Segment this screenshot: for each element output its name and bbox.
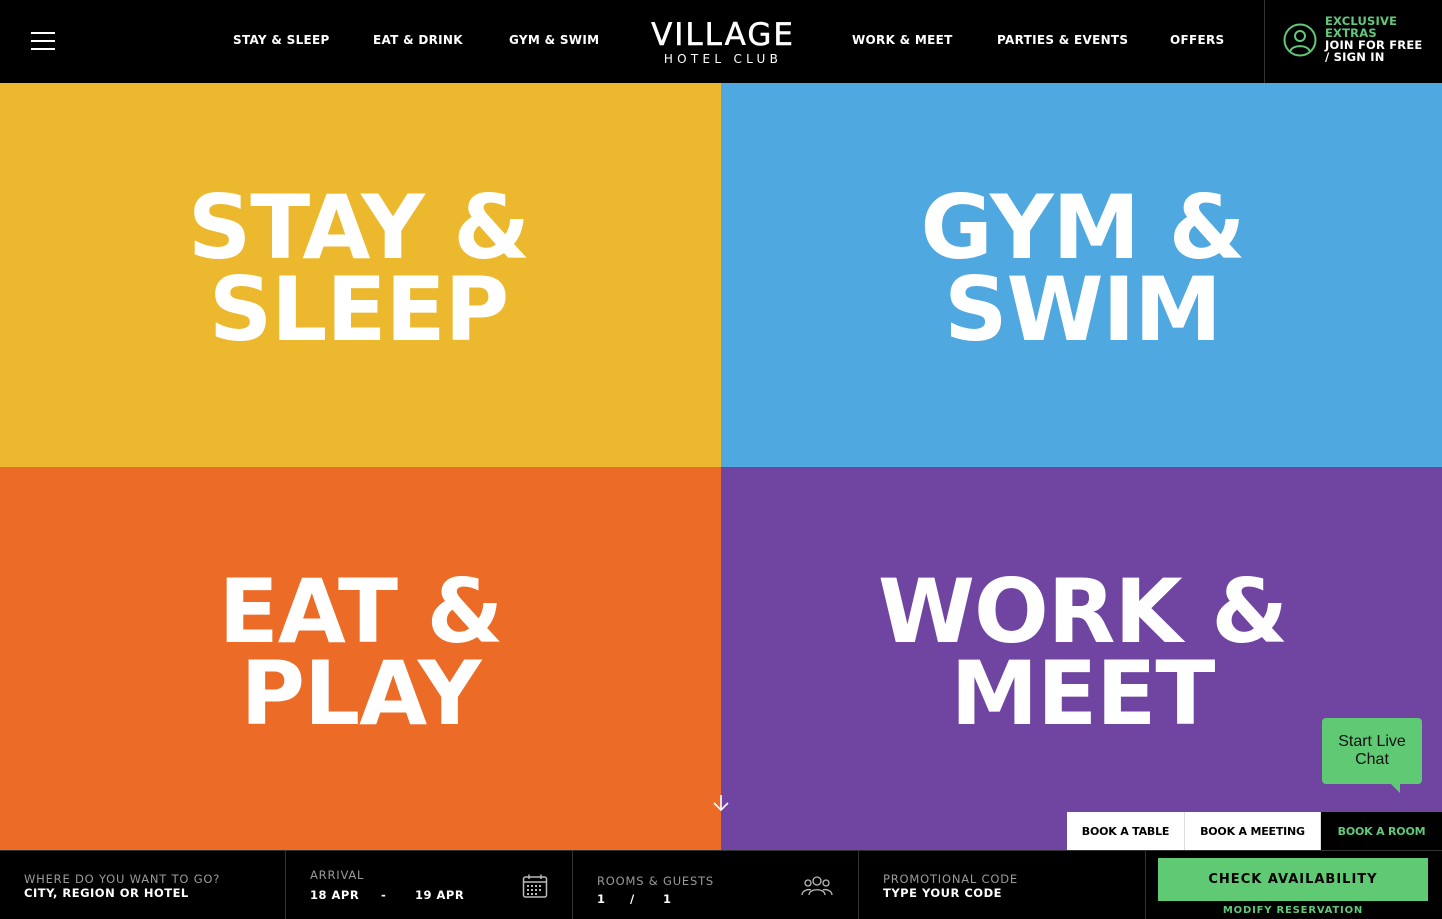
destination-label: WHERE DO YOU WANT TO GO?: [24, 872, 221, 886]
account-text: EXCLUSIVE EXTRAS JOIN FOR FREE / SIGN IN: [1325, 15, 1422, 63]
arrow-down-icon[interactable]: [712, 794, 730, 812]
rooms-guests-label: ROOMS & GUESTS: [597, 874, 715, 888]
arrival-date[interactable]: 18 APR: [310, 888, 359, 902]
promo-code-label: PROMOTIONAL CODE: [883, 872, 1018, 886]
nav-work-meet[interactable]: WORK & MEET: [852, 33, 953, 47]
nav-eat-drink[interactable]: EAT & DRINK: [373, 33, 463, 47]
chat-line2: Chat: [1355, 751, 1389, 768]
signin-label: / SIGN IN: [1325, 50, 1385, 64]
promo-code-field[interactable]: PROMOTIONAL CODE TYPE YOUR CODE: [859, 851, 1146, 919]
account-signin[interactable]: EXCLUSIVE EXTRAS JOIN FOR FREE / SIGN IN: [1264, 0, 1442, 83]
check-availability-button[interactable]: CHECK AVAILABILITY: [1158, 858, 1428, 901]
booking-bar: WHERE DO YOU WANT TO GO? CITY, REGION OR…: [0, 850, 1442, 919]
nav-offers[interactable]: OFFERS: [1170, 33, 1224, 47]
tile-work-meet[interactable]: WORK & MEET: [721, 467, 1442, 851]
destination-input[interactable]: CITY, REGION OR HOTEL: [24, 886, 189, 900]
promo-code-input[interactable]: TYPE YOUR CODE: [883, 886, 1002, 900]
chat-bubble-tail: [1390, 783, 1400, 793]
destination-field[interactable]: WHERE DO YOU WANT TO GO? CITY, REGION OR…: [0, 851, 286, 919]
tile-title: STAY & SLEEP: [187, 176, 530, 361]
rooms-value[interactable]: 1: [597, 892, 606, 906]
people-icon: [801, 876, 833, 896]
date-separator: -: [381, 888, 387, 902]
tile-eat-play[interactable]: EAT & PLAY: [0, 467, 721, 851]
nav-stay-sleep[interactable]: STAY & SLEEP: [233, 33, 330, 47]
modify-reservation-link[interactable]: MODIFY RESERVATION: [1158, 905, 1428, 916]
rooms-guests-separator: /: [630, 892, 635, 906]
arrival-label: ARRIVAL: [310, 868, 365, 882]
tab-book-meeting[interactable]: BOOK A MEETING: [1185, 812, 1321, 850]
live-chat-button[interactable]: Start Live Chat: [1322, 718, 1422, 784]
user-circle-icon: [1283, 23, 1317, 57]
departure-date[interactable]: 19 APR: [415, 888, 464, 902]
guests-value[interactable]: 1: [663, 892, 672, 906]
tab-book-table[interactable]: BOOK A TABLE: [1067, 812, 1185, 850]
site-header: STAY & SLEEP EAT & DRINK GYM & SWIM VILL…: [0, 0, 1442, 83]
site-logo[interactable]: VILLAGE HOTEL CLUB: [638, 18, 808, 66]
tile-title: WORK & MEET: [877, 560, 1288, 745]
calendar-icon[interactable]: [522, 873, 548, 899]
nav-parties-events[interactable]: PARTIES & EVENTS: [997, 33, 1128, 47]
rooms-guests-field[interactable]: ROOMS & GUESTS 1 / 1: [573, 851, 859, 919]
logo-main-text: VILLAGE: [651, 17, 795, 53]
logo-sub-text: HOTEL CLUB: [663, 52, 783, 66]
tile-title: GYM & SWIM: [920, 176, 1246, 361]
tile-stay-sleep[interactable]: STAY & SLEEP: [0, 83, 721, 467]
nav-gym-swim[interactable]: GYM & SWIM: [509, 33, 599, 47]
arrival-field[interactable]: ARRIVAL 18 APR - 19 APR: [286, 851, 573, 919]
tile-gym-swim[interactable]: GYM & SWIM: [721, 83, 1442, 467]
chat-line1: Start Live: [1338, 733, 1406, 750]
hamburger-icon[interactable]: [31, 32, 55, 50]
tile-title: EAT & PLAY: [218, 560, 504, 745]
tab-book-room[interactable]: BOOK A ROOM: [1321, 812, 1442, 850]
